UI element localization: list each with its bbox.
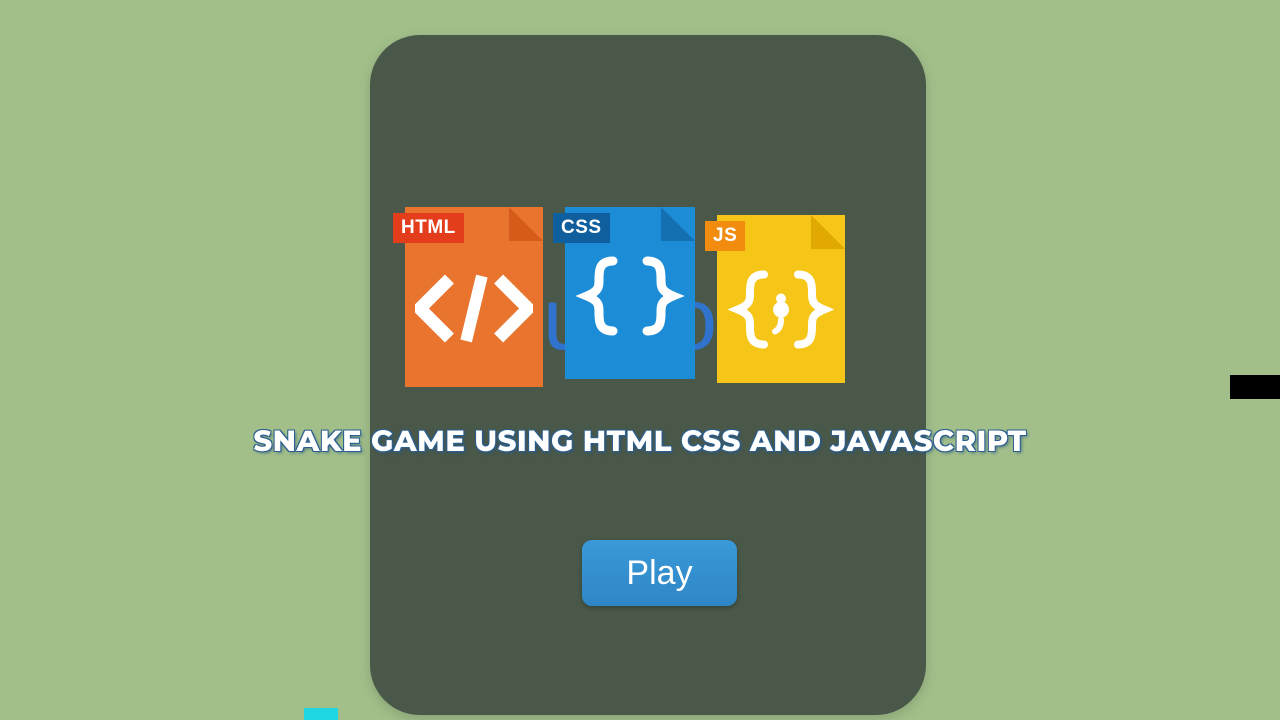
curly-braces-icon [565, 253, 695, 361]
angle-brackets-icon [405, 274, 543, 348]
page-title: SNAKE GAME USING HTML CSS AND JAVASCRIPT [0, 424, 1280, 459]
tech-icon-row: HTML CSS JS [405, 207, 845, 387]
play-button[interactable]: Play [582, 540, 737, 606]
js-file-icon: JS [717, 207, 845, 375]
decor-black-bar [1230, 375, 1280, 399]
decor-cyan-bar [304, 708, 338, 720]
html-file-icon: HTML [405, 207, 543, 387]
css-file-icon: CSS [565, 207, 695, 379]
js-label: JS [705, 221, 745, 251]
curly-braces-semicolon-icon [717, 267, 845, 358]
css-label: CSS [553, 213, 610, 243]
html-label: HTML [393, 213, 464, 243]
